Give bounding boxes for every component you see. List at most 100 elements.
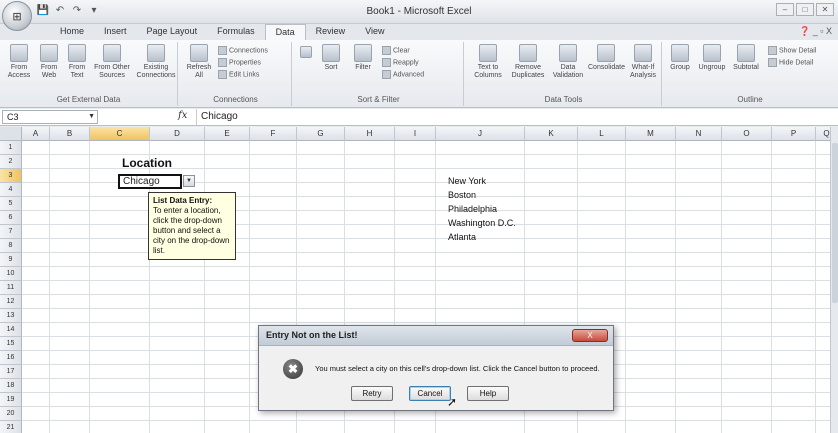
sort-button[interactable]: Sort xyxy=(318,44,344,72)
row-header-1[interactable]: 1 xyxy=(0,141,22,155)
edit-links-button[interactable]: Edit Links xyxy=(218,70,259,79)
column-header-l[interactable]: L xyxy=(578,127,626,141)
hide-detail-button[interactable]: Hide Detail xyxy=(768,58,813,67)
name-box[interactable]: C3 ▼ xyxy=(2,110,98,124)
from-web-button[interactable]: From Web xyxy=(36,44,62,80)
column-header-f[interactable]: F xyxy=(250,127,297,141)
row-header-7[interactable]: 7 xyxy=(0,225,22,239)
row-header-16[interactable]: 16 xyxy=(0,351,22,365)
row-header-11[interactable]: 11 xyxy=(0,281,22,295)
chevron-down-icon[interactable]: ▼ xyxy=(88,111,95,123)
column-header-o[interactable]: O xyxy=(722,127,772,141)
office-button[interactable]: ⊞ xyxy=(2,1,32,31)
what-if-analysis-button[interactable]: What-If Analysis xyxy=(626,44,660,80)
location-title: Location xyxy=(122,156,172,170)
dialog-title-bar[interactable]: Entry Not on the List! X xyxy=(259,326,613,346)
from-other-sources-button[interactable]: From Other Sources xyxy=(92,44,132,80)
row-header-21[interactable]: 21 xyxy=(0,421,22,433)
column-header-h[interactable]: H xyxy=(345,127,395,141)
row-header-20[interactable]: 20 xyxy=(0,407,22,421)
row-header-3[interactable]: 3 xyxy=(0,169,22,183)
row-header-17[interactable]: 17 xyxy=(0,365,22,379)
what-if-icon xyxy=(634,44,652,62)
from-text-button[interactable]: From Text xyxy=(64,44,90,80)
filter-button[interactable]: Filter xyxy=(350,44,376,72)
row-header-8[interactable]: 8 xyxy=(0,239,22,253)
row-header-13[interactable]: 13 xyxy=(0,309,22,323)
grid-column-line xyxy=(771,141,772,433)
refresh-all-button[interactable]: Refresh All xyxy=(184,44,214,80)
row-header-19[interactable]: 19 xyxy=(0,393,22,407)
scrollbar-thumb[interactable] xyxy=(832,143,838,303)
tab-insert[interactable]: Insert xyxy=(94,24,137,40)
city-cell[interactable]: Atlanta xyxy=(448,232,476,242)
column-header-p[interactable]: P xyxy=(772,127,816,141)
sort-az-icon xyxy=(300,46,312,58)
remove-duplicates-button[interactable]: Remove Duplicates xyxy=(508,44,548,80)
tab-home[interactable]: Home xyxy=(50,24,94,40)
close-window-button[interactable]: ✕ xyxy=(816,3,834,16)
advanced-button[interactable]: Advanced xyxy=(382,70,424,79)
row-header-6[interactable]: 6 xyxy=(0,211,22,225)
column-header-d[interactable]: D xyxy=(150,127,205,141)
row-header-10[interactable]: 10 xyxy=(0,267,22,281)
tab-view[interactable]: View xyxy=(355,24,394,40)
tab-data[interactable]: Data xyxy=(264,24,306,40)
restore-button[interactable]: □ xyxy=(796,3,814,16)
cancel-button[interactable]: Cancel xyxy=(409,386,451,401)
help-button[interactable]: Help xyxy=(467,386,509,401)
grid-column-line xyxy=(721,141,722,433)
column-header-b[interactable]: B xyxy=(50,127,90,141)
clear-button[interactable]: Clear xyxy=(382,46,410,55)
active-cell-c3[interactable]: Chicago xyxy=(118,174,182,189)
row-header-12[interactable]: 12 xyxy=(0,295,22,309)
row-header-5[interactable]: 5 xyxy=(0,197,22,211)
column-header-m[interactable]: M xyxy=(626,127,676,141)
row-header-18[interactable]: 18 xyxy=(0,379,22,393)
minimize-button[interactable]: – xyxy=(776,3,794,16)
reapply-button[interactable]: Reapply xyxy=(382,58,419,67)
ungroup-button[interactable]: Ungroup xyxy=(696,44,728,72)
from-access-button[interactable]: From Access xyxy=(4,44,34,80)
tab-review[interactable]: Review xyxy=(306,24,356,40)
row-header-14[interactable]: 14 xyxy=(0,323,22,337)
dialog-close-button[interactable]: X xyxy=(572,329,608,342)
column-header-c[interactable]: C xyxy=(90,127,150,141)
vertical-scrollbar[interactable] xyxy=(830,127,838,433)
column-header-a[interactable]: A xyxy=(22,127,50,141)
ribbon-window-controls[interactable]: ❓ _ ▫ X xyxy=(799,26,832,37)
data-validation-button[interactable]: Data Validation xyxy=(550,44,586,80)
city-cell[interactable]: Boston xyxy=(448,190,476,200)
insert-function-icon[interactable]: fx xyxy=(178,110,187,121)
column-header-i[interactable]: I xyxy=(395,127,436,141)
column-header-e[interactable]: E xyxy=(205,127,250,141)
connections-button[interactable]: Connections xyxy=(218,46,268,55)
row-header-4[interactable]: 4 xyxy=(0,183,22,197)
column-header-n[interactable]: N xyxy=(676,127,722,141)
retry-button[interactable]: Retry xyxy=(351,386,393,401)
formula-input[interactable]: Chicago xyxy=(196,109,838,125)
column-header-k[interactable]: K xyxy=(525,127,578,141)
row-header-2[interactable]: 2 xyxy=(0,155,22,169)
column-header-g[interactable]: G xyxy=(297,127,345,141)
city-cell[interactable]: Washington D.C. xyxy=(448,218,516,228)
group-button[interactable]: Group xyxy=(666,44,694,72)
consolidate-button[interactable]: Consolidate xyxy=(588,44,625,72)
show-detail-button[interactable]: Show Detail xyxy=(768,46,816,55)
text-to-columns-button[interactable]: Text to Columns xyxy=(470,44,506,80)
select-all-corner[interactable] xyxy=(0,127,22,141)
existing-connections-button[interactable]: Existing Connections xyxy=(136,44,176,80)
row-header-15[interactable]: 15 xyxy=(0,337,22,351)
sort-az-button[interactable] xyxy=(298,46,314,60)
row-header-9[interactable]: 9 xyxy=(0,253,22,267)
city-cell[interactable]: Philadelphia xyxy=(448,204,497,214)
grid-column-line xyxy=(815,141,816,433)
city-cell[interactable]: New York xyxy=(448,176,486,186)
subtotal-button[interactable]: Subtotal xyxy=(730,44,762,72)
grid-row-line xyxy=(22,294,838,295)
tab-formulas[interactable]: Formulas xyxy=(207,24,265,40)
properties-button[interactable]: Properties xyxy=(218,58,261,67)
cell-dropdown-button[interactable]: ▼ xyxy=(183,175,195,187)
tab-page-layout[interactable]: Page Layout xyxy=(137,24,208,40)
column-header-j[interactable]: J xyxy=(436,127,525,141)
